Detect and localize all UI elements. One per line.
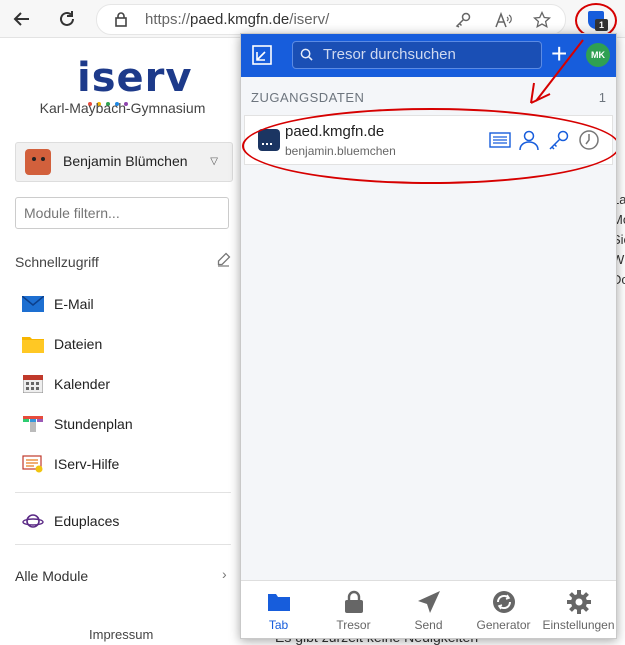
nav-item-label: Kalender (54, 376, 111, 392)
site-favicon-icon (258, 129, 280, 151)
copy-password-icon[interactable] (548, 129, 570, 151)
module-filter-input[interactable] (15, 197, 229, 229)
tab-label: Tresor (336, 618, 371, 632)
bottom-tab-bar: Tab Tresor Send Generator Einstellungen (241, 580, 616, 638)
chevron-right-icon: › (222, 566, 227, 582)
nav-item-label: IServ-Hilfe (54, 456, 120, 472)
autofill-list-icon[interactable] (489, 129, 511, 151)
help-icon (22, 455, 44, 473)
key-icon[interactable] (454, 11, 472, 29)
nav-item-label: E-Mail (54, 296, 94, 312)
school-name: Karl-Maybach-Gymnasium (39, 100, 206, 116)
all-modules-link[interactable]: Alle Module (15, 568, 88, 584)
tab-generator[interactable]: Generator (466, 581, 541, 638)
planet-icon (22, 512, 44, 530)
favorite-star-icon[interactable] (532, 10, 552, 29)
impressum-link[interactable]: Impressum (89, 627, 153, 642)
login-username: benjamin.bluemchen (285, 144, 396, 158)
nav-item-eduplaces[interactable]: Eduplaces (22, 509, 119, 533)
back-button[interactable] (9, 6, 35, 32)
account-avatar[interactable]: MK (586, 43, 610, 67)
nav-item-label: Eduplaces (54, 513, 120, 529)
nav-item-timetable[interactable]: Stundenplan (22, 412, 133, 436)
url-text: https://paed.kmgfn.de/iserv/ (145, 11, 329, 28)
tab-settings[interactable]: Einstellungen (541, 581, 616, 638)
totp-clock-icon[interactable] (578, 129, 600, 151)
timetable-icon (22, 415, 44, 433)
reload-button[interactable] (54, 6, 80, 32)
popout-icon[interactable] (251, 44, 273, 66)
bitwarden-popup: Tresor durchsuchen + MK ZUGANGSDATEN 1 p… (240, 33, 617, 639)
tab-vault[interactable]: Tresor (316, 581, 391, 638)
iserv-sidebar: iserv Karl-Maybach-Gymnasium Benjamin Bl… (0, 38, 240, 642)
back-arrow-icon (13, 12, 29, 26)
login-item[interactable]: paed.kmgfn.de benjamin.bluemchen (242, 108, 616, 184)
url-host: paed.kmgfn.de (190, 11, 290, 28)
folder-icon (22, 335, 44, 353)
divider (15, 492, 231, 493)
nav-item-label: Stundenplan (54, 416, 133, 432)
url-scheme: https:// (145, 11, 191, 28)
popup-header: Tresor durchsuchen + MK (241, 34, 616, 77)
nav-item-email[interactable]: E-Mail (22, 292, 94, 316)
reload-icon (60, 11, 74, 26)
lock-icon (344, 590, 363, 613)
lock-icon (115, 12, 127, 27)
edit-icon[interactable] (216, 252, 231, 271)
generator-icon (492, 591, 515, 613)
chevron-down-icon: ▽ (210, 156, 218, 167)
calendar-icon (22, 375, 44, 393)
nav-item-calendar[interactable]: Kalender (22, 372, 110, 396)
address-bar[interactable]: https://paed.kmgfn.de/iserv/ (96, 4, 566, 35)
search-icon (300, 48, 313, 61)
avatar (25, 149, 51, 175)
section-title: ZUGANGSDATEN (251, 90, 365, 105)
tab-label: Tab (268, 618, 289, 632)
send-icon (417, 591, 440, 613)
user-name: Benjamin Blümchen (63, 153, 188, 169)
url-path: /iserv/ (289, 11, 330, 28)
mail-icon (22, 295, 44, 313)
copy-username-icon[interactable] (518, 129, 540, 151)
add-item-button[interactable]: + (551, 38, 567, 70)
extension-badge: 1 (595, 19, 608, 31)
tab-send[interactable]: Send (391, 581, 466, 638)
folder-icon (267, 594, 290, 611)
nav-item-files[interactable]: Dateien (22, 332, 102, 356)
vault-search-input[interactable]: Tresor durchsuchen (292, 41, 542, 69)
tab-current[interactable]: Tab (241, 581, 316, 638)
tab-label: Einstellungen (542, 618, 615, 632)
read-aloud-icon[interactable] (494, 11, 512, 29)
quick-access-title: Schnellzugriff (15, 254, 99, 270)
iserv-logo[interactable]: iserv (77, 55, 192, 101)
tab-label: Send (414, 618, 443, 632)
settings-icon (566, 590, 591, 614)
section-count: 1 (598, 90, 606, 105)
login-name: paed.kmgfn.de (285, 123, 385, 140)
tab-label: Generator (476, 618, 531, 632)
nav-item-label: Dateien (54, 336, 103, 352)
divider (15, 544, 231, 545)
user-menu-button[interactable]: Benjamin Blümchen ▽ (15, 142, 233, 182)
nav-item-iserv-help[interactable]: IServ-Hilfe (22, 452, 119, 476)
